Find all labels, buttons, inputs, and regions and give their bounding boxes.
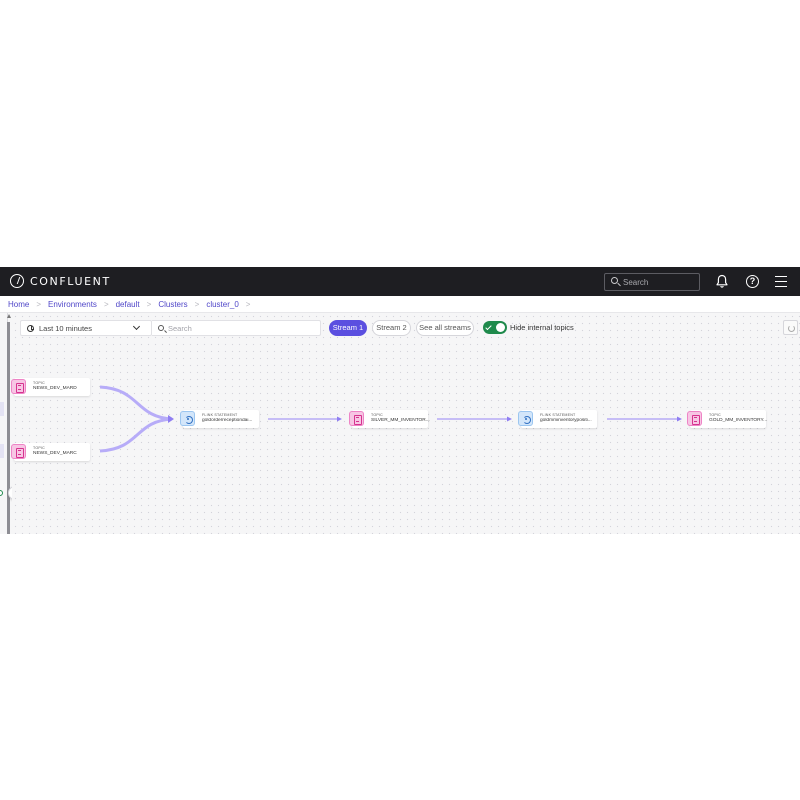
stream-1-button[interactable]: Stream 1 [329,320,367,336]
breadcrumb-home[interactable]: Home [8,300,29,309]
topic-icon [687,411,702,426]
topic-node-gold[interactable]: TOPIC GOLD_MM_INVENTORY... [687,410,768,428]
node-type-label: TOPIC [33,381,45,385]
see-all-streams-button[interactable]: See all streams [416,320,474,336]
global-search[interactable] [604,273,700,291]
topic-icon [349,411,364,426]
stream-2-button[interactable]: Stream 2 [372,320,411,336]
sidebar-active-marker [0,444,4,458]
flink-statement-icon [518,411,533,426]
breadcrumb-separator: > [103,299,109,309]
refresh-icon[interactable] [783,320,798,335]
global-search-input[interactable] [623,275,699,289]
topic-node-news-dev-mard[interactable]: TOPIC NEWS_DEV_MARD [11,378,90,396]
node-name: GOLD_MM_INVENTORY... [709,418,768,423]
flink-statement-icon [180,411,195,426]
notifications-bell-icon[interactable] [715,274,729,289]
breadcrumb: Home > Environments > default > Clusters… [0,296,800,313]
sidebar-scrollbar[interactable] [7,322,10,534]
node-name: NEWS_DEV_MARC [33,451,77,456]
app-window: CONFLUENT ? Home > Environments > defaul… [0,267,800,534]
flink-statement-node-2[interactable]: FLINK STATEMENT goldmminventorypositi... [518,410,597,428]
help-icon[interactable]: ? [746,275,759,288]
node-name: SILVER_MM_INVENTOR... [371,418,430,423]
flink-statement-node-1[interactable]: FLINK STATEMENT goldorderreceptiondai... [180,410,259,428]
node-name: NEWS_DEV_MARD [33,386,77,391]
breadcrumb-separator: > [194,299,200,309]
toggle-knob [496,323,505,332]
breadcrumb-default[interactable]: default [116,300,140,309]
topic-icon [11,379,26,394]
time-range-select[interactable]: Last 10 minutes [20,320,152,336]
breadcrumb-separator: > [245,299,251,309]
node-name: goldmminventorypositi... [540,418,592,423]
lineage-search-input[interactable] [168,322,313,335]
lineage-search[interactable] [152,320,321,336]
scroll-up-arrow-icon[interactable] [7,314,11,318]
top-navigation-bar: CONFLUENT ? [0,267,800,296]
node-type-label: TOPIC [371,413,383,417]
time-range-value: Last 10 minutes [39,324,92,333]
confluent-logo-icon [10,274,24,288]
topic-node-silver[interactable]: TOPIC SILVER_MM_INVENTOR... [349,410,430,428]
breadcrumb-separator: > [36,299,42,309]
node-name: goldorderreceptiondai... [202,418,253,423]
search-icon [611,277,618,284]
checkmark-icon [485,323,492,330]
hide-internal-topics-label: Hide internal topics [510,323,574,332]
hamburger-menu-icon[interactable] [775,276,787,287]
topic-node-news-dev-marc[interactable]: TOPIC NEWS_DEV_MARC [11,443,90,461]
sidebar-active-marker [0,402,4,416]
clock-icon [27,324,34,332]
breadcrumb-clusters[interactable]: Clusters [158,300,187,309]
breadcrumb-environments[interactable]: Environments [48,300,97,309]
breadcrumb-separator: > [146,299,152,309]
brand-name: CONFLUENT [30,274,111,288]
node-type-label: TOPIC [709,413,721,417]
node-type-label: FLINK STATEMENT [540,413,576,417]
breadcrumb-cluster[interactable]: cluster_0 [206,300,238,309]
node-type-label: TOPIC [33,446,45,450]
topic-icon [11,444,26,459]
search-icon [158,324,164,331]
hide-internal-topics-toggle[interactable] [483,321,507,334]
confluent-logo[interactable]: CONFLUENT [10,274,111,288]
node-type-label: FLINK STATEMENT [202,413,238,417]
chevron-down-icon [132,322,141,331]
